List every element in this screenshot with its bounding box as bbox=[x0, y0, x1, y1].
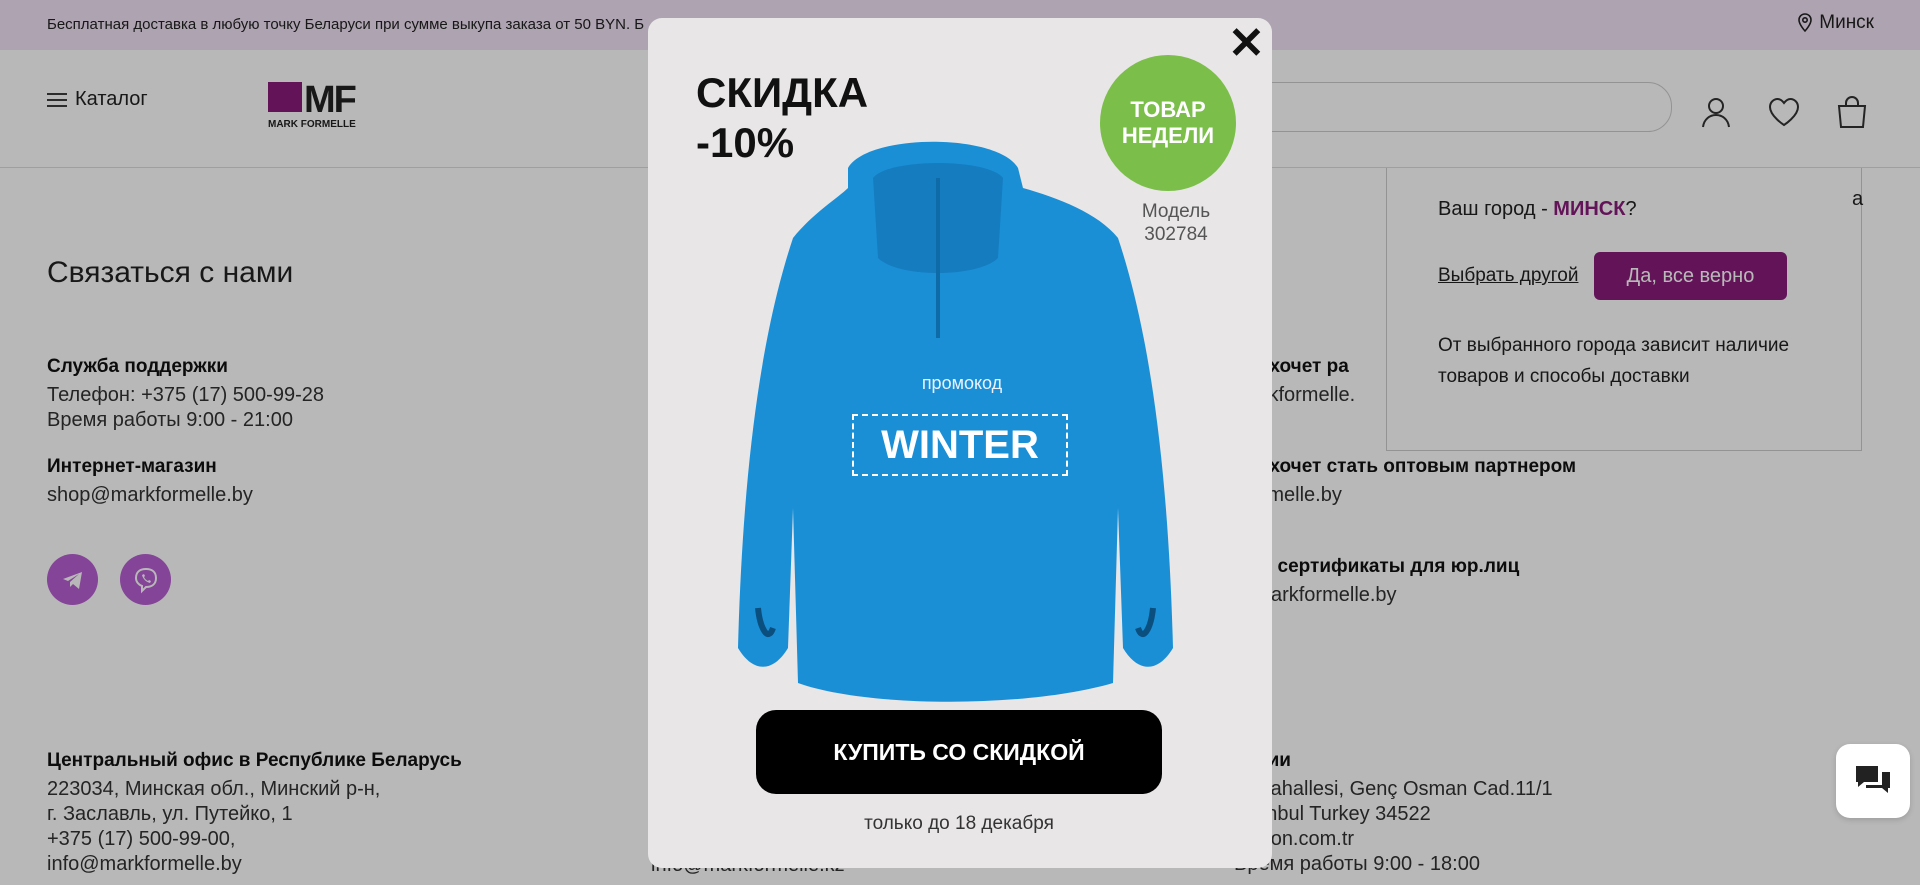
close-icon[interactable]: ✕ bbox=[1228, 22, 1265, 66]
buy-with-discount-button[interactable]: КУПИТЬ СО СКИДКОЙ bbox=[756, 710, 1162, 794]
chat-icon bbox=[1856, 766, 1890, 793]
product-of-week-badge: ТОВАР НЕДЕЛИ bbox=[1100, 55, 1236, 191]
promo-code-label: промокод bbox=[921, 373, 1003, 393]
discount-heading: СКИДКА -10% bbox=[696, 69, 869, 166]
chat-button[interactable] bbox=[1836, 744, 1910, 818]
offer-deadline: только до 18 декабря bbox=[864, 813, 1054, 834]
model-number: Модель 302784 bbox=[1141, 201, 1211, 245]
promo-modal: ✕ СКИДКА -10% ТОВАР НЕДЕЛИ Модель 302784 … bbox=[648, 18, 1272, 868]
promo-code: WINTER bbox=[852, 414, 1068, 476]
